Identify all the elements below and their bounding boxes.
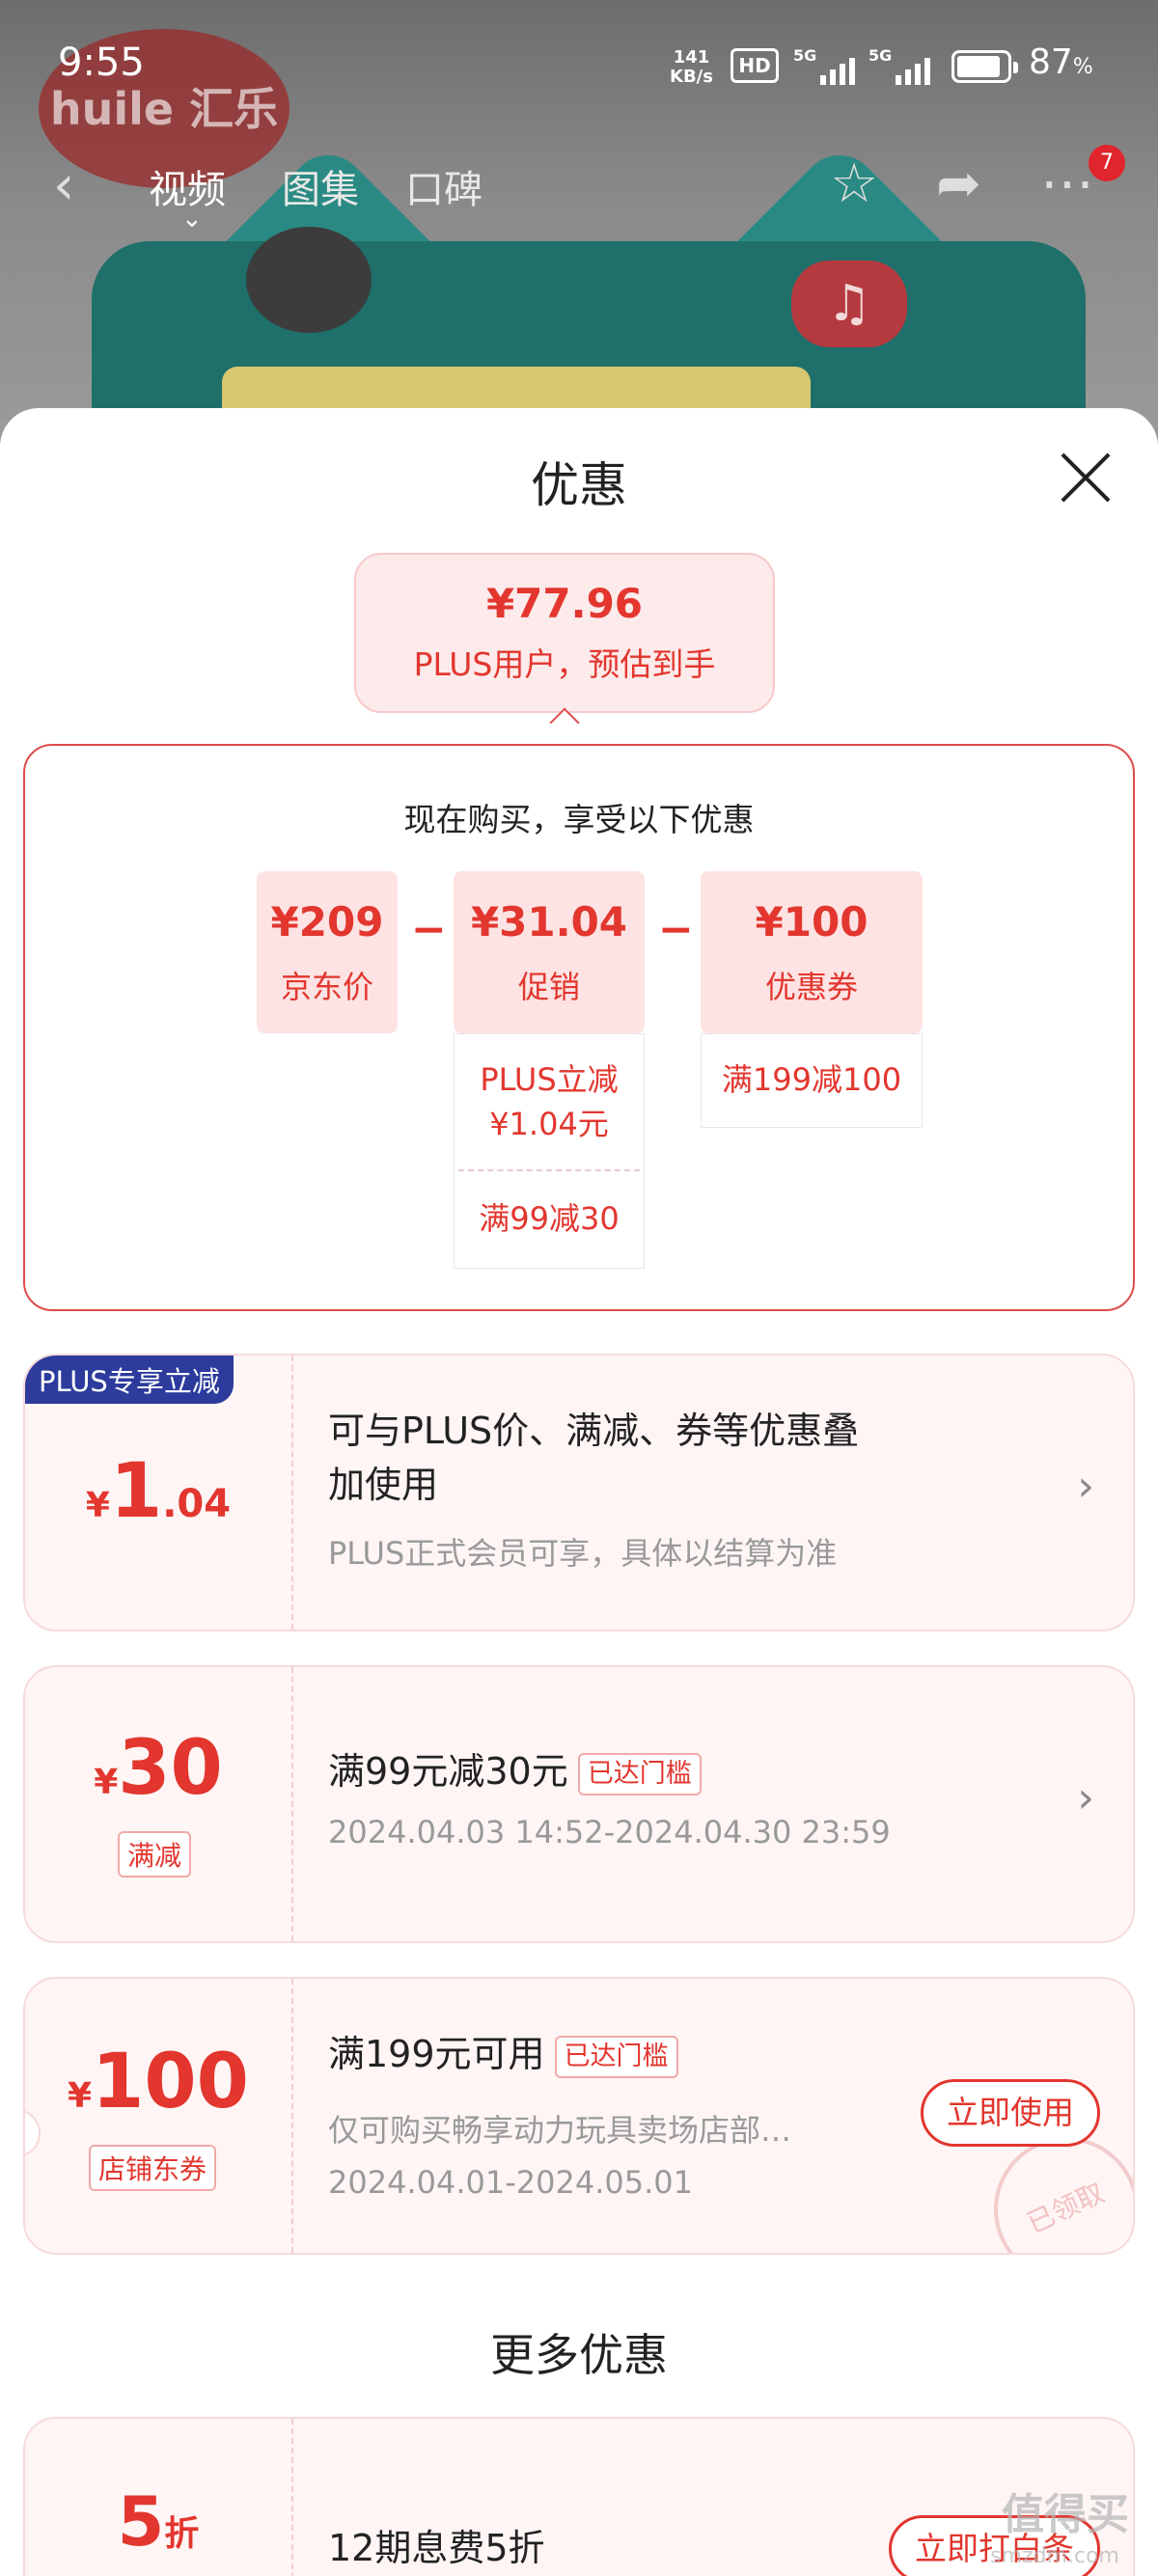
battery-percent: 87% — [1029, 42, 1093, 82]
share-icon[interactable]: ➦ — [936, 152, 981, 215]
store-coupon-card: ¥100 店铺东券 满199元可用 已达门槛 仅可购买畅享动力玩具卖场店部… 20… — [23, 1977, 1135, 2255]
breakdown-label: 京东价 — [280, 969, 373, 1005]
status-time: 9:55 — [58, 41, 145, 85]
notification-badge: 7 — [1089, 145, 1125, 181]
back-arrow-icon[interactable]: ‹ — [53, 154, 74, 217]
discount-amount: 5折 — [117, 2482, 200, 2562]
star-icon[interactable]: ☆ — [830, 152, 878, 215]
breakdown-jd-price: ¥209 京东价 — [257, 871, 398, 1033]
chevron-down-icon: ⌄ — [181, 205, 203, 233]
use-now-button[interactable]: 立即使用 — [921, 2079, 1100, 2147]
watermark-url: smzdm.com — [990, 2544, 1119, 2568]
watermark: 值得买 — [1002, 2490, 1129, 2539]
coupon-desc: PLUS正式会员可享，具体以结算为准 — [328, 1535, 838, 1572]
music-note-icon: ♫ — [791, 260, 907, 347]
estimated-price-card: ¥77.96 PLUS用户，预估到手 — [354, 553, 775, 713]
more-icon[interactable]: ⋯ — [1040, 152, 1094, 215]
minus-sign: − — [658, 905, 694, 954]
threshold-reached-badge: 已达门槛 — [554, 2035, 678, 2078]
breakdown-coupon: ¥100 优惠券 — [701, 871, 923, 1033]
discount-sheet: 优惠 ¥77.96 PLUS用户，预估到手 现在购买，享受以下优惠 ¥209 京… — [0, 408, 1158, 2576]
minus-sign: − — [411, 905, 447, 954]
coupon-type-tag: 满减 — [118, 1831, 192, 1877]
coupon-type-tag: 店铺东券 — [89, 2145, 217, 2191]
coupon-validity: 2024.04.01-2024.05.01 — [328, 2164, 693, 2201]
breakdown-value: ¥31.04 — [470, 898, 628, 945]
coupon-title: 可与PLUS价、满减、券等优惠叠 加使用 — [328, 1410, 860, 1506]
full-reduction-card[interactable]: ¥30 满减 满99元减30元 已达门槛 2024.04.03 14:52-202… — [23, 1665, 1135, 1943]
estimated-price-label: PLUS用户，预估到手 — [413, 645, 716, 683]
network-rate-value: 141 — [673, 47, 710, 68]
close-icon[interactable] — [1057, 449, 1115, 507]
product-nav: ‹ 视频 ⌄ 图集 口碑 ☆ ➦ ⋯ 7 — [0, 145, 1158, 233]
estimated-price: ¥77.96 — [485, 580, 644, 627]
battery-icon — [951, 50, 1018, 83]
discount-amount: ¥1.04 — [85, 1448, 232, 1535]
coupon-details: 满199减100 — [701, 1033, 923, 1128]
signal-type-2: 5G — [868, 46, 893, 65]
promotion-details: PLUS立减 ¥1.04元 满99减30 — [454, 1033, 645, 1269]
signal-icon: 5G — [793, 46, 870, 85]
breakdown-label: 优惠券 — [764, 969, 858, 1005]
coupon-detail-line: 满199减100 — [721, 1061, 902, 1098]
breakdown-promotion: ¥31.04 促销 — [454, 871, 645, 1033]
hd-icon: HD — [731, 48, 779, 83]
more-discounts-title: 更多优惠 — [490, 2329, 668, 2381]
tab-reviews[interactable]: 口碑 — [405, 158, 482, 214]
chevron-right-icon: › — [1077, 1773, 1094, 1822]
breakdown-value: ¥100 — [755, 898, 868, 945]
promo-detail-line: 满99减30 — [479, 1200, 620, 1237]
coupon-title: 满199元可用 已达门槛 — [328, 2027, 678, 2081]
network-rate-unit: KB/s — [670, 67, 713, 87]
fingerprint-pad-icon — [246, 227, 372, 333]
discount-amount: ¥100 — [68, 2039, 249, 2125]
promo-detail-line: ¥1.04元 — [489, 1106, 609, 1142]
plus-discount-card[interactable]: PLUS专享立减 ¥1.04 可与PLUS价、满减、券等优惠叠 加使用 PLUS… — [23, 1354, 1135, 1631]
chevron-right-icon: › — [1077, 1462, 1094, 1511]
installment-discount-card: 5折 12期息费5折 立即打白条 — [23, 2417, 1135, 2576]
price-breakdown: 现在购买，享受以下优惠 ¥209 京东价 − ¥31.04 促销 − ¥100 … — [23, 744, 1135, 1311]
breakdown-value: ¥209 — [270, 898, 384, 945]
promo-detail-line: PLUS立减 — [480, 1061, 619, 1098]
coupon-title: 满99元减30元 已达门槛 — [328, 1744, 702, 1798]
plus-badge: PLUS专享立减 — [25, 1356, 234, 1404]
threshold-reached-badge: 已达门槛 — [577, 1752, 702, 1795]
signal-type: 5G — [793, 46, 817, 65]
breakdown-heading: 现在购买，享受以下优惠 — [403, 801, 755, 838]
discount-amount: ¥30 — [94, 1725, 223, 1812]
coupon-title: 12期息费5折 — [328, 2527, 545, 2569]
network-rate: 141 KB/s — [670, 48, 713, 87]
signal-icon-2: 5G — [868, 46, 946, 85]
status-bar: 9:55 141 KB/s HD 5G 5G 87% — [0, 0, 1158, 135]
coupon-validity: 2024.04.03 14:52-2024.04.30 23:59 — [328, 1814, 891, 1850]
sheet-title: 优惠 — [531, 457, 627, 513]
coupon-scope: 仅可购买畅享动力玩具卖场店部… — [328, 2112, 792, 2149]
tab-gallery[interactable]: 图集 — [282, 158, 359, 214]
breakdown-label: 促销 — [517, 969, 580, 1005]
